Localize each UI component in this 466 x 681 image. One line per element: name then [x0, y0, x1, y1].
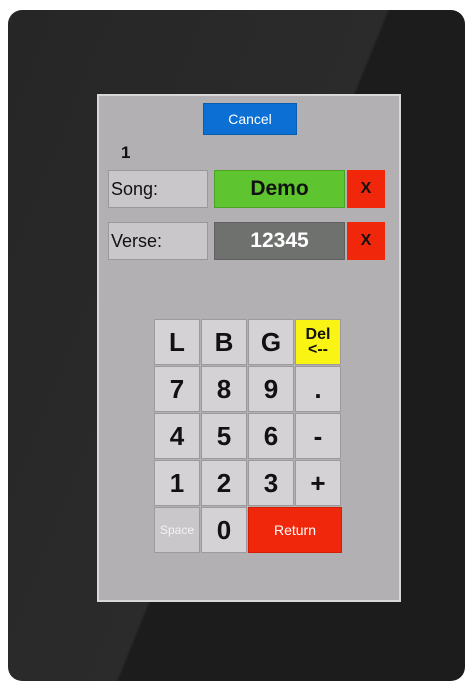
verse-label-button[interactable]: Verse: — [108, 222, 208, 260]
verse-value-field[interactable]: 12345 — [214, 222, 345, 260]
key-minus[interactable]: - — [295, 413, 341, 459]
key-plus[interactable]: + — [295, 460, 341, 506]
device-bezel: Cancel 1 Song: Demo X Verse: 12345 X L B… — [8, 10, 465, 681]
key-4[interactable]: 4 — [154, 413, 200, 459]
key-5[interactable]: 5 — [201, 413, 247, 459]
delete-key-label: Del — [305, 326, 331, 343]
key-g[interactable]: G — [248, 319, 294, 365]
key-0[interactable]: 0 — [201, 507, 247, 553]
key-9[interactable]: 9 — [248, 366, 294, 412]
key-7[interactable]: 7 — [154, 366, 200, 412]
key-delete[interactable]: Del <-- — [295, 319, 341, 365]
clear-verse-button[interactable]: X — [347, 222, 385, 260]
key-3[interactable]: 3 — [248, 460, 294, 506]
song-label-button[interactable]: Song: — [108, 170, 208, 208]
key-b[interactable]: B — [201, 319, 247, 365]
clear-song-button[interactable]: X — [347, 170, 385, 208]
index-label: 1 — [121, 143, 131, 162]
cancel-button[interactable]: Cancel — [203, 103, 297, 135]
key-2[interactable]: 2 — [201, 460, 247, 506]
key-dot[interactable]: . — [295, 366, 341, 412]
lyrics-selector-screen: Cancel 1 Song: Demo X Verse: 12345 X L B… — [97, 94, 401, 602]
delete-key-arrow: <-- — [308, 341, 328, 358]
key-return[interactable]: Return — [248, 507, 342, 553]
song-value-field[interactable]: Demo — [214, 170, 345, 208]
key-1[interactable]: 1 — [154, 460, 200, 506]
key-8[interactable]: 8 — [201, 366, 247, 412]
key-space[interactable]: Space — [154, 507, 200, 553]
key-6[interactable]: 6 — [248, 413, 294, 459]
key-l[interactable]: L — [154, 319, 200, 365]
